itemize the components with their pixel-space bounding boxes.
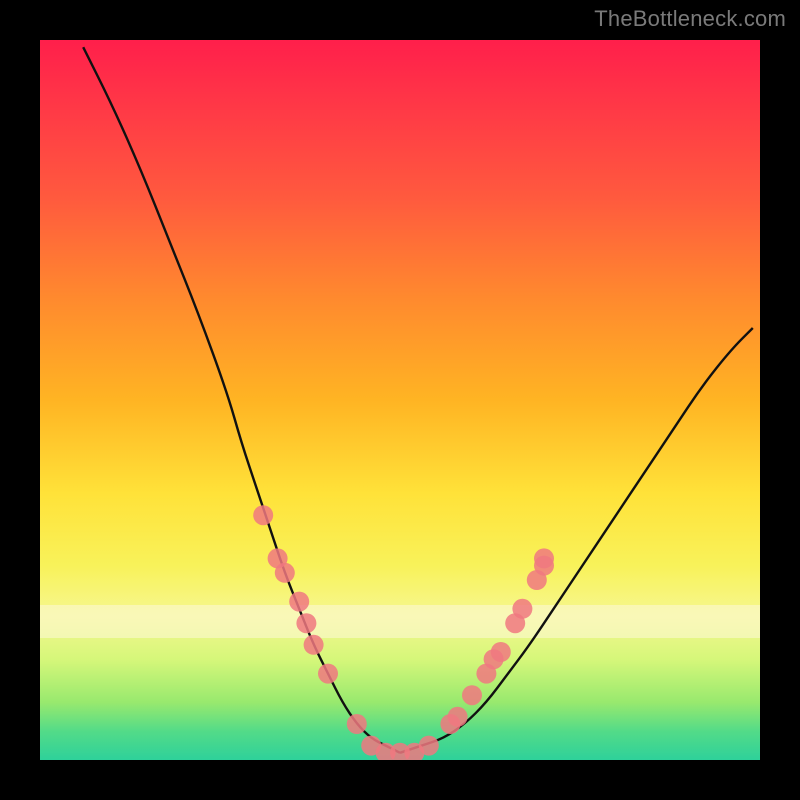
marker-point (512, 599, 532, 619)
marker-point (275, 563, 295, 583)
marker-point (289, 592, 309, 612)
curve-left-branch (83, 47, 400, 753)
marker-point (419, 736, 439, 756)
marker-point (296, 613, 316, 633)
marker-point (491, 642, 511, 662)
marker-point (304, 635, 324, 655)
chart-stage: TheBottleneck.com (0, 0, 800, 800)
marker-point (318, 664, 338, 684)
marker-point (253, 505, 273, 525)
marker-point (448, 707, 468, 727)
plot-area (40, 40, 760, 760)
marker-point (347, 714, 367, 734)
watermark-text: TheBottleneck.com (594, 6, 786, 32)
marker-point (462, 685, 482, 705)
marker-point (534, 548, 554, 568)
curve-layer (40, 40, 760, 760)
curve-right-branch (400, 328, 753, 753)
